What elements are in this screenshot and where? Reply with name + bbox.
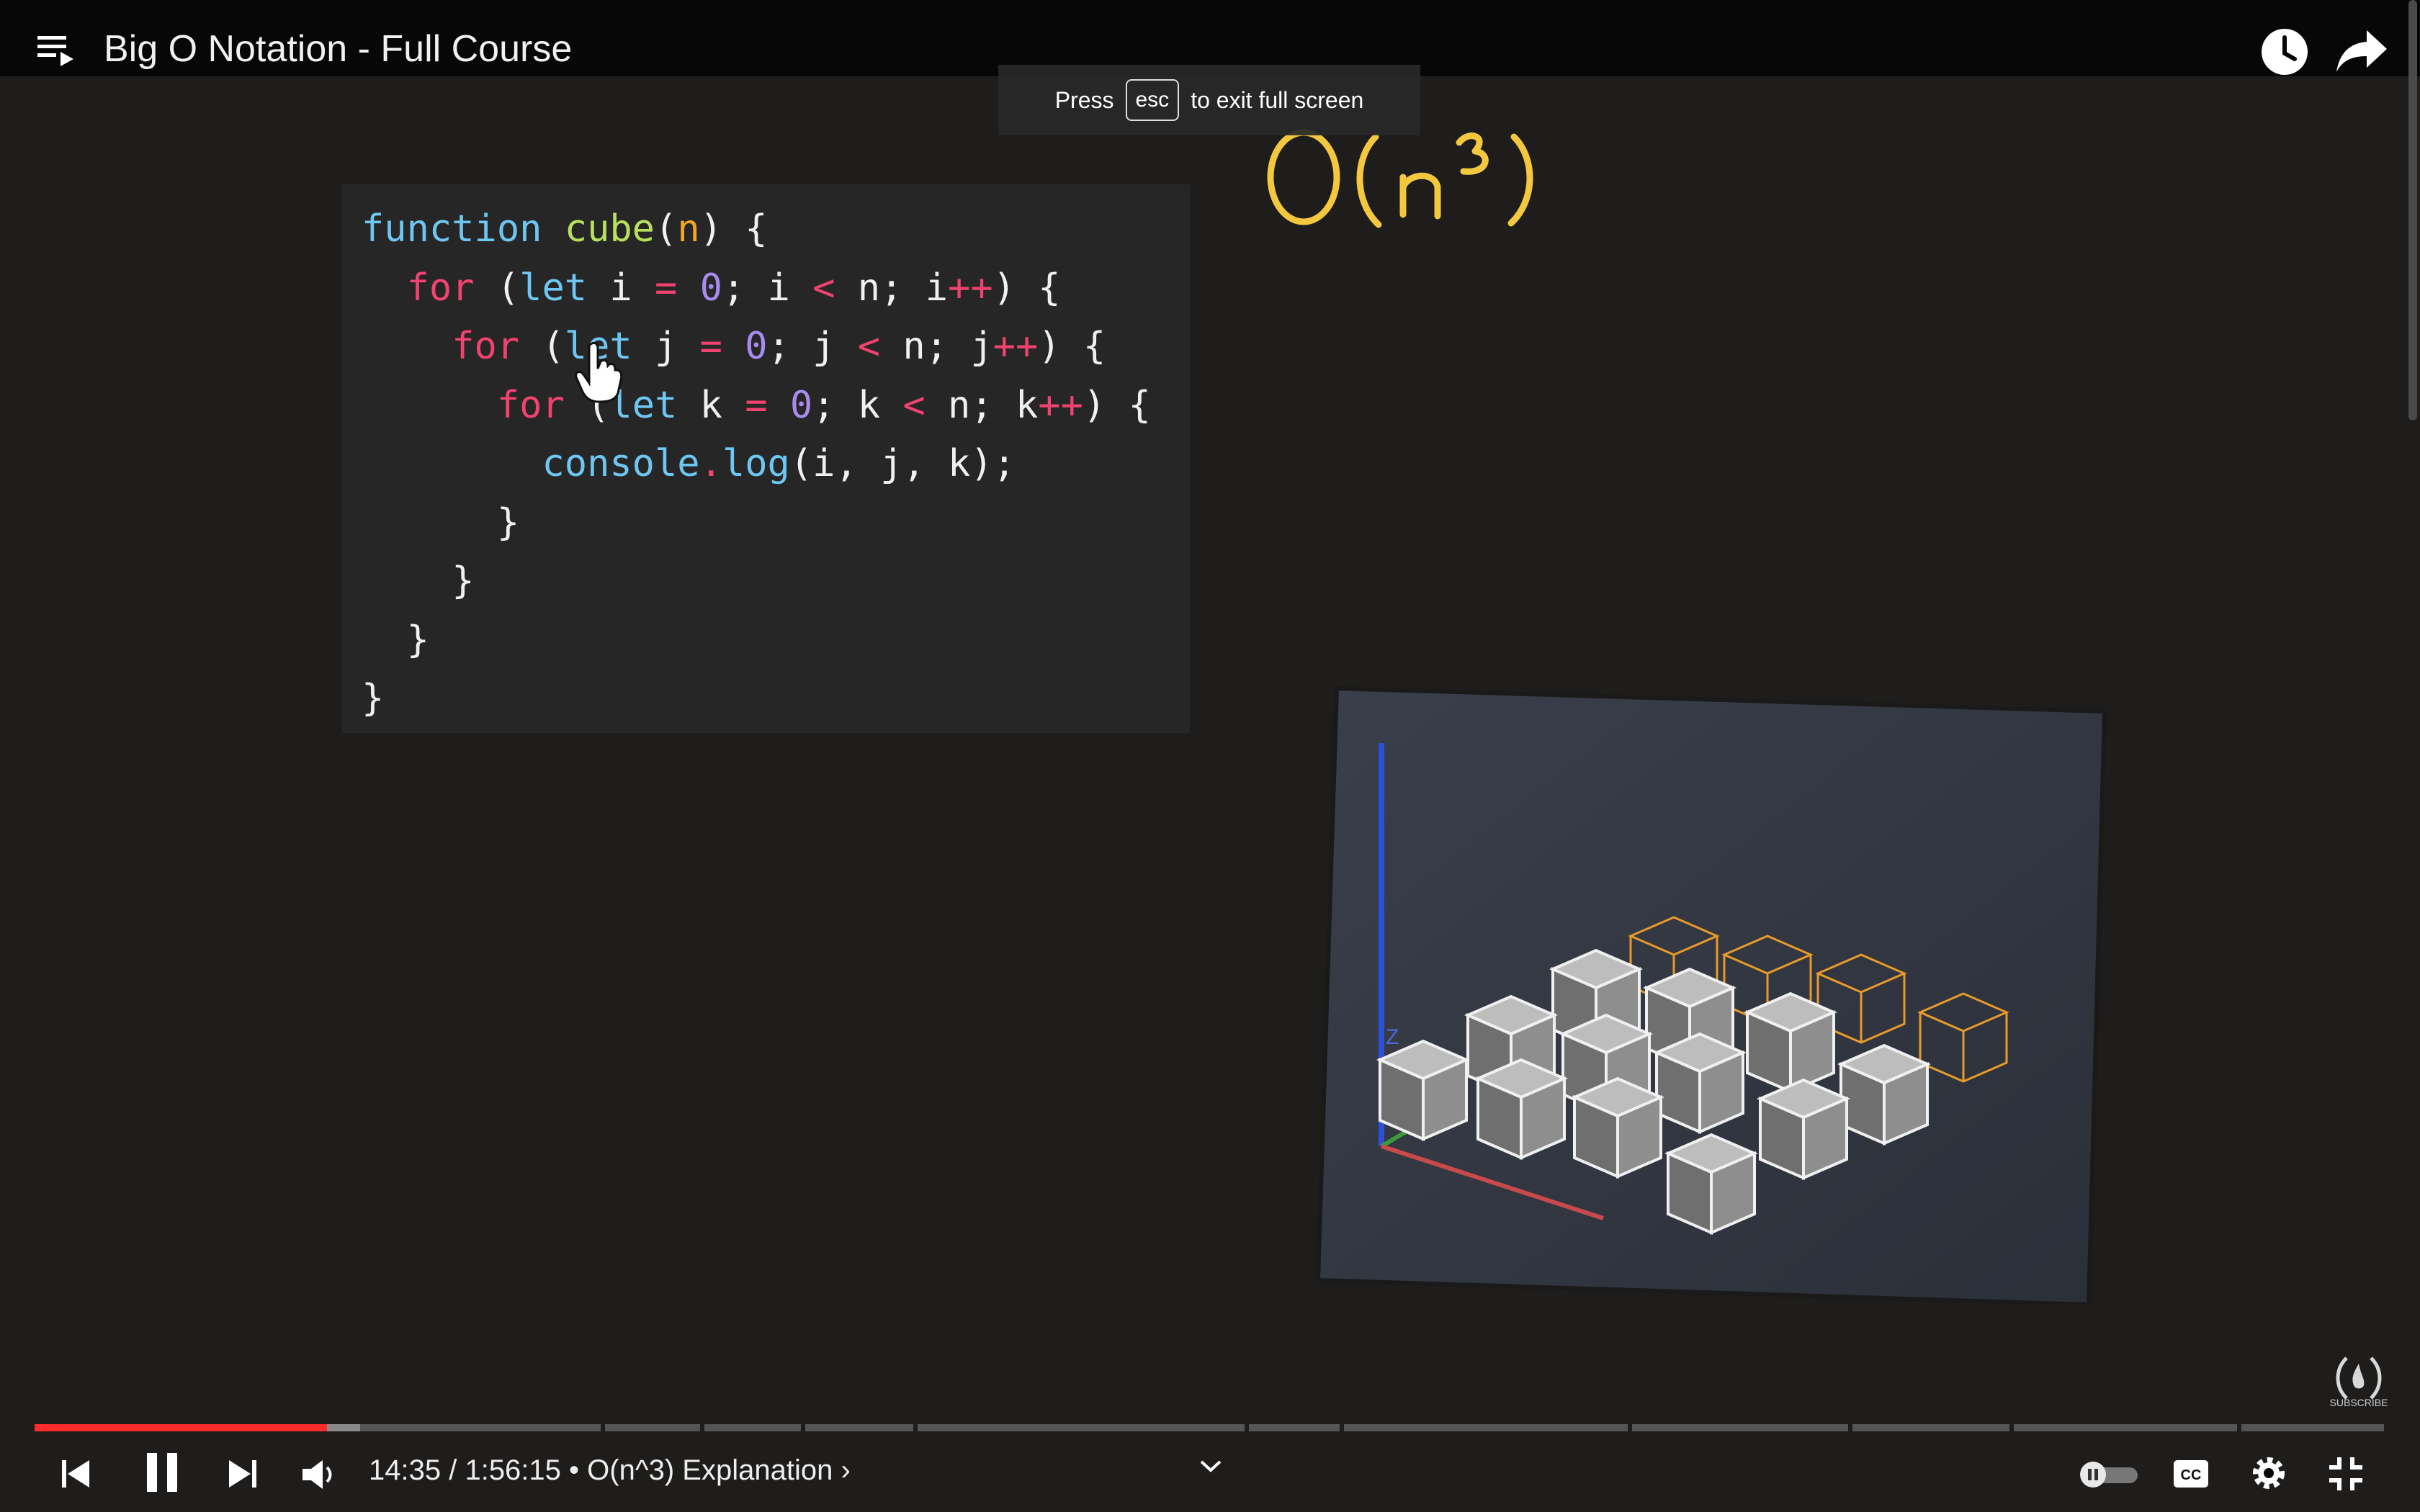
code-block: function cube(n) { for (let i = 0; i < n… (362, 200, 1151, 729)
share-arrow-icon[interactable] (2335, 27, 2388, 75)
code-line: for (let k = 0; k < n; k++) { (496, 383, 1151, 427)
playlist-icon[interactable] (36, 32, 81, 76)
chapter-segment[interactable] (2014, 1424, 2237, 1431)
svg-text:CC: CC (2181, 1467, 2202, 1483)
current-time: 14:35 (369, 1454, 442, 1486)
code-line: for (let i = 0; i < n; i++) { (406, 266, 1061, 310)
skip-previous-icon[interactable] (59, 1457, 92, 1490)
duration: 1:56:15 (465, 1454, 561, 1486)
chapter-segment[interactable] (605, 1424, 700, 1431)
code-line: } (362, 677, 385, 720)
time-display[interactable]: 14:35 / 1:56:15 • O(n^3) Explanation › (369, 1454, 851, 1487)
chapter-segment[interactable] (704, 1424, 801, 1431)
chapter-segment[interactable] (1852, 1424, 2009, 1431)
code-line: function cube(n) { (362, 207, 768, 251)
subscribe-watermark-label[interactable]: SUBSCRIBE (2325, 1397, 2393, 1408)
cube-grid-illustration: Z (1315, 685, 2107, 1305)
exit-fullscreen-icon[interactable] (2328, 1456, 2364, 1492)
skip-next-icon[interactable] (226, 1457, 259, 1490)
chapter-segment[interactable] (328, 1424, 601, 1431)
fullscreen-notice-suffix: to exit full screen (1191, 86, 1364, 113)
code-line: } (362, 559, 475, 603)
hand-cursor-icon (575, 341, 623, 403)
chapter-segment[interactable] (1249, 1424, 1340, 1431)
progress-bar[interactable] (35, 1424, 2384, 1431)
volume-icon[interactable] (301, 1459, 337, 1490)
esc-key-badge: esc (1125, 79, 1180, 121)
chapter-title[interactable]: O(n^3) Explanation (587, 1454, 833, 1486)
chevron-right-icon[interactable]: › (833, 1454, 850, 1486)
code-line: } (362, 618, 429, 662)
chapter-segment[interactable] (805, 1424, 913, 1431)
chapter-separator: • (560, 1454, 588, 1486)
chapter-segment[interactable] (1632, 1424, 1848, 1431)
code-line: } (362, 500, 520, 544)
cc-icon[interactable]: CC (2172, 1459, 2210, 1489)
played-fill (35, 1424, 328, 1431)
axis-label-z: Z (1386, 1025, 1399, 1049)
time-separator: / (441, 1454, 465, 1486)
chapter-segment[interactable] (2241, 1424, 2384, 1431)
code-line: for (let j = 0; j < n; j++) { (452, 325, 1106, 368)
clock-icon[interactable] (2259, 26, 2311, 78)
scrollbar-thumb[interactable] (2408, 0, 2417, 420)
chevron-down-icon[interactable] (1198, 1459, 1223, 1475)
pause-icon[interactable] (144, 1452, 180, 1493)
chapter-segment[interactable] (1344, 1424, 1628, 1431)
autoplay-toggle-icon[interactable] (2077, 1460, 2141, 1489)
fullscreen-notice: Press esc to exit full screen (998, 65, 1420, 135)
gear-icon[interactable] (2250, 1454, 2287, 1492)
chapter-segment[interactable] (918, 1424, 1245, 1431)
video-title[interactable]: Big O Notation - Full Course (104, 27, 572, 71)
fullscreen-notice-prefix: Press (1054, 86, 1114, 113)
code-line: console.log(i, j, k); (542, 442, 1016, 485)
